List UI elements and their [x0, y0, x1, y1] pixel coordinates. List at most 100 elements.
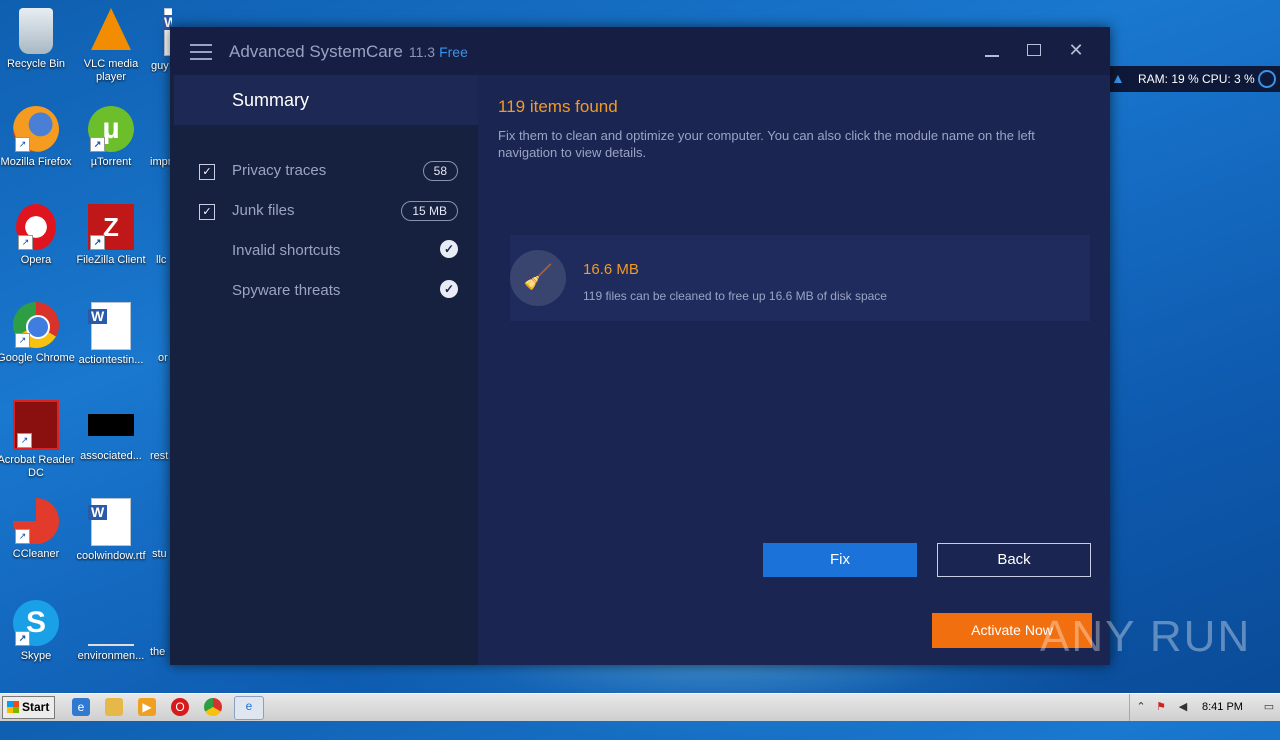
taskbar: Start e ▶ O e ⌃ ⚑ ◀ 8:41 PM ▭	[0, 693, 1280, 721]
shortcut-arrow-icon: ↗	[17, 433, 32, 448]
media-player-icon[interactable]: ▶	[138, 698, 156, 716]
chrome-taskbar-icon[interactable]	[204, 698, 222, 716]
checkbox-privacy-traces[interactable]: ✓	[199, 164, 215, 180]
sidebar-item-invalid-shortcuts[interactable]: Invalid shortcuts ✓	[170, 231, 478, 271]
file-icon	[88, 624, 134, 646]
monitor-ring-icon	[1258, 70, 1276, 88]
fix-button[interactable]: Fix	[763, 543, 917, 577]
opera-icon: ↗	[16, 204, 56, 250]
desktop-icon-opera[interactable]: ↗ Opera	[0, 204, 76, 267]
sidebar-item-label: Junk files	[232, 202, 295, 219]
desktop-icon-impr[interactable]: impr	[150, 156, 172, 169]
desktop-icon-ccleaner[interactable]: ↗ CCleaner	[0, 498, 76, 561]
checkbox-junk-files[interactable]: ✓	[199, 204, 215, 220]
ram-cpu-text: RAM: 19 % CPU: 3 %	[1138, 72, 1255, 86]
items-found-description: Fix them to clean and optimize your comp…	[498, 128, 1035, 160]
desktop-icon-filezilla[interactable]: Z ↗ FileZilla Client	[71, 204, 151, 267]
desktop-icon-label: Skype	[20, 650, 52, 662]
desktop-icon-firefox[interactable]: ↗ Mozilla Firefox	[0, 106, 76, 169]
start-label: Start	[22, 700, 50, 714]
system-tray: ⌃ ⚑ ◀ 8:41 PM ▭	[1129, 694, 1280, 721]
filezilla-icon: Z ↗	[88, 204, 134, 250]
sidebar-item-label: Invalid shortcuts	[232, 242, 341, 259]
items-found-title: 119 items found	[498, 97, 618, 116]
windows-logo-icon	[7, 701, 19, 713]
shortcut-arrow-icon: ↗	[18, 235, 33, 250]
app-edition: Free	[439, 44, 468, 60]
desktop-icon-chrome[interactable]: ↗ Google Chrome	[0, 302, 76, 365]
desktop-icon-the[interactable]: the	[150, 646, 172, 659]
sidebar-item-label: Summary	[232, 90, 310, 110]
sidebar-item-label: Privacy traces	[232, 162, 327, 179]
menu-icon[interactable]	[190, 44, 212, 60]
maximize-button[interactable]	[1021, 39, 1047, 63]
action-center-flag-icon[interactable]: ⚑	[1154, 700, 1168, 714]
desktop-icon-label: actiontestin...	[78, 354, 144, 366]
advanced-systemcare-window: Advanced SystemCare 11.3 Free ✕ Summary ✓ …	[170, 27, 1110, 665]
desktop-icon-guy[interactable]: guy	[148, 8, 172, 73]
desktop-icon-label: µTorrent	[90, 156, 132, 168]
clock[interactable]: 8:41 PM	[1202, 701, 1243, 713]
desktop-icon-environment[interactable]: environmen...	[71, 600, 151, 663]
ram-cpu-monitor[interactable]: ▲ RAM: 19 % CPU: 3 %	[1108, 66, 1280, 92]
advanced-systemcare-taskbar-button[interactable]: e	[234, 696, 264, 720]
start-button[interactable]: Start	[2, 696, 55, 719]
desktop-icon-label: Mozilla Firefox	[0, 156, 72, 168]
desktop-icon-associated[interactable]: associated...	[71, 400, 151, 463]
opera-taskbar-icon[interactable]: O	[171, 698, 189, 716]
shortcut-arrow-icon: ↗	[15, 137, 30, 152]
desktop-icon-label: environmen...	[77, 650, 145, 662]
app-name: Advanced SystemCare	[229, 42, 403, 61]
desktop-icon-actiontesting[interactable]: actiontestin...	[71, 302, 151, 367]
utorrent-icon: µ ↗	[88, 106, 134, 152]
desktop-icon-skype[interactable]: S ↗ Skype	[0, 600, 76, 663]
minimize-button[interactable]	[979, 39, 1005, 63]
desktop-icon-label: Google Chrome	[0, 352, 75, 364]
desktop-icon-recycle-bin[interactable]: Recycle Bin	[0, 8, 76, 71]
desktop-icon-label: Opera	[20, 254, 52, 266]
shortcut-arrow-icon: ↗	[90, 137, 105, 152]
check-circle-icon: ✓	[440, 280, 458, 298]
junk-result-card: 🧹 16.6 MB 119 files can be cleaned to fr…	[510, 235, 1090, 321]
explorer-folder-icon[interactable]	[105, 698, 123, 716]
chrome-icon: ↗	[13, 302, 59, 348]
ie-icon[interactable]: e	[72, 698, 90, 716]
sidebar-item-junk-files[interactable]: ✓ Junk files 15 MB	[170, 191, 478, 231]
firefox-icon: ↗	[13, 106, 59, 152]
acrobat-icon: ↗	[13, 400, 59, 450]
desktop-icon-rest[interactable]: rest	[150, 450, 172, 463]
app-version: 11.3	[408, 44, 436, 60]
close-button[interactable]: ✕	[1063, 39, 1089, 63]
word-document-icon	[88, 302, 131, 350]
desktop-icon-label: VLC media player	[83, 58, 139, 83]
sidebar-item-summary[interactable]: Summary	[174, 75, 478, 125]
sidebar-item-privacy-traces[interactable]: ✓ Privacy traces 58	[170, 151, 478, 191]
main-panel: 119 items found Fix them to clean and op…	[478, 75, 1110, 665]
desktop-icon-stu[interactable]: stu	[152, 548, 172, 561]
desktop-icon-vlc[interactable]: VLC media player	[71, 8, 151, 84]
sidebar-item-spyware-threats[interactable]: Spyware threats ✓	[170, 271, 478, 311]
desktop-icon-label: stu	[152, 548, 167, 560]
skype-icon: S ↗	[13, 600, 59, 646]
desktop-icon-acrobat[interactable]: ↗ Acrobat Reader DC	[0, 400, 76, 480]
desktop-icon-coolwindow[interactable]: coolwindow.rtf	[71, 498, 151, 563]
desktop-icon-label: Recycle Bin	[6, 58, 66, 70]
back-button[interactable]: Back	[937, 543, 1091, 577]
ccleaner-icon: ↗	[13, 498, 59, 544]
show-desktop-icon[interactable]: ▭	[1262, 700, 1276, 714]
broom-icon: 🧹	[510, 250, 566, 306]
desktop-icon-utorrent[interactable]: µ ↗ µTorrent	[71, 106, 151, 169]
check-circle-icon: ✓	[440, 240, 458, 258]
show-hidden-icons-icon[interactable]: ⌃	[1134, 700, 1148, 714]
recycle-bin-icon	[19, 8, 53, 54]
volume-icon[interactable]: ◀	[1176, 700, 1190, 714]
sidebar: Summary ✓ Privacy traces 58 ✓ Junk files…	[170, 75, 478, 665]
shortcut-arrow-icon: ↗	[90, 235, 105, 250]
shortcut-arrow-icon: ↗	[15, 631, 30, 646]
result-size: 16.6 MB	[583, 261, 639, 278]
shortcut-arrow-icon: ↗	[15, 529, 30, 544]
desktop-icon-label: guy	[151, 60, 169, 72]
size-badge: 15 MB	[401, 201, 458, 221]
file-icon	[88, 414, 134, 436]
app-title: Advanced SystemCare 11.3 Free	[229, 42, 468, 62]
